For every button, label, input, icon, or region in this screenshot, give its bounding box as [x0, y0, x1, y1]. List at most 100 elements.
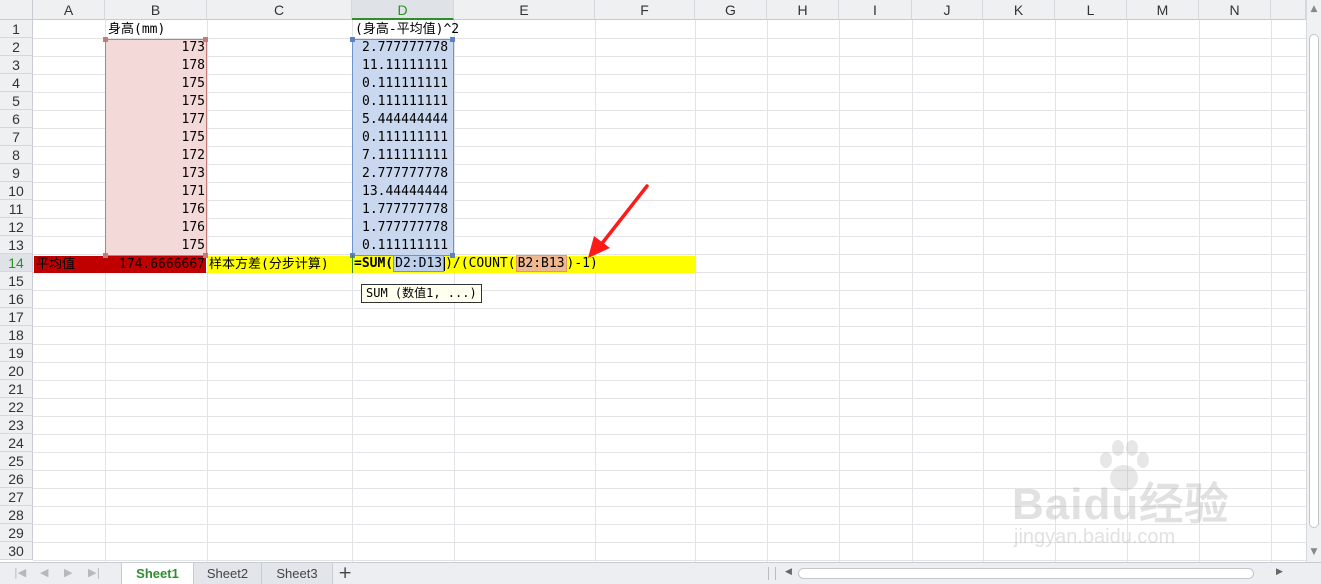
- column-header-d[interactable]: D: [352, 0, 454, 20]
- row-header-8[interactable]: 8: [0, 146, 33, 164]
- divider: [768, 567, 769, 580]
- cell-b6[interactable]: 177: [105, 111, 207, 128]
- scroll-right-icon[interactable]: ▶: [1276, 567, 1283, 577]
- scroll-up-icon[interactable]: ▲: [1307, 2, 1321, 16]
- row-header-27[interactable]: 27: [0, 488, 33, 506]
- row-header-26[interactable]: 26: [0, 470, 33, 488]
- column-header-h[interactable]: H: [767, 0, 839, 20]
- row-header-10[interactable]: 10: [0, 182, 33, 200]
- cell-d8[interactable]: 7.111111111: [362, 147, 452, 164]
- column-header-a[interactable]: A: [33, 0, 105, 20]
- row-header-21[interactable]: 21: [0, 380, 33, 398]
- select-all-corner[interactable]: [0, 0, 33, 20]
- cell-b3[interactable]: 178: [105, 57, 207, 74]
- row-header-17[interactable]: 17: [0, 308, 33, 326]
- cell-d11[interactable]: 1.777777778: [362, 201, 452, 218]
- cell-d12[interactable]: 1.777777778: [362, 219, 452, 236]
- next-sheet-icon[interactable]: ▶: [64, 566, 72, 579]
- cell-b2[interactable]: 173: [105, 39, 207, 56]
- cell-b13[interactable]: 175: [105, 237, 207, 254]
- scroll-left-icon[interactable]: ◀: [785, 567, 792, 577]
- formula-ref-b2-b13[interactable]: B2:B13: [515, 255, 567, 272]
- column-header-g[interactable]: G: [695, 0, 767, 20]
- row-header-16[interactable]: 16: [0, 290, 33, 308]
- gridline: [33, 416, 1306, 417]
- cell-b5[interactable]: 175: [105, 93, 207, 110]
- cell-d3[interactable]: 11.11111111: [362, 57, 452, 74]
- gridline: [33, 74, 1306, 75]
- column-header-c[interactable]: C: [207, 0, 352, 20]
- column-header-j[interactable]: J: [912, 0, 983, 20]
- spreadsheet-grid[interactable]: ABCDEFGHIJKLMN 1 2 3 4 5 6 7 8 9 10 11 12 13 14 15 16 17…: [0, 0, 1306, 562]
- row-header-28[interactable]: 28: [0, 506, 33, 524]
- tab-sheet3[interactable]: Sheet3: [262, 563, 333, 584]
- row-header-14[interactable]: 14: [0, 254, 33, 272]
- column-header-k[interactable]: K: [983, 0, 1055, 20]
- row-header-2[interactable]: 2: [0, 38, 33, 56]
- row-header-13[interactable]: 13: [0, 236, 33, 254]
- add-sheet-icon[interactable]: +: [338, 563, 352, 584]
- row-header-5[interactable]: 5: [0, 92, 33, 110]
- column-header-e[interactable]: E: [454, 0, 595, 20]
- row-header-20[interactable]: 20: [0, 362, 33, 380]
- row-header-24[interactable]: 24: [0, 434, 33, 452]
- cell-d6[interactable]: 5.444444444: [362, 111, 452, 128]
- cell-d10[interactable]: 13.44444444: [362, 183, 452, 200]
- cell-d13[interactable]: 0.111111111: [362, 237, 452, 254]
- row-header-12[interactable]: 12: [0, 218, 33, 236]
- cell-c14[interactable]: 样本方差(分步计算): [209, 256, 351, 273]
- prev-sheet-icon[interactable]: ◀: [40, 566, 48, 579]
- row-header-6[interactable]: 6: [0, 110, 33, 128]
- row-header-9[interactable]: 9: [0, 164, 33, 182]
- cell-b8[interactable]: 172: [105, 147, 207, 164]
- row-header-1[interactable]: 1: [0, 20, 33, 38]
- row-header-7[interactable]: 7: [0, 128, 33, 146]
- row-header-23[interactable]: 23: [0, 416, 33, 434]
- gridline: [33, 146, 1306, 147]
- tab-sheet1[interactable]: Sheet1: [121, 563, 194, 584]
- gridline: [33, 290, 1306, 291]
- cell-b7[interactable]: 175: [105, 129, 207, 146]
- column-header-partial[interactable]: [1271, 0, 1306, 20]
- cell-b9[interactable]: 173: [105, 165, 207, 182]
- column-header-i[interactable]: I: [839, 0, 912, 20]
- row-header-15[interactable]: 15: [0, 272, 33, 290]
- row-header-30[interactable]: 30: [0, 542, 33, 560]
- cell-d7[interactable]: 0.111111111: [362, 129, 452, 146]
- vertical-scroll-thumb[interactable]: [1309, 34, 1319, 528]
- cell-b1[interactable]: 身高(mm): [108, 21, 206, 38]
- row-header-19[interactable]: 19: [0, 344, 33, 362]
- horizontal-scrollbar[interactable]: ◀ ▶: [782, 567, 1292, 580]
- column-header-f[interactable]: F: [595, 0, 695, 20]
- cell-b14[interactable]: 174.6666667: [105, 256, 207, 273]
- column-header-m[interactable]: M: [1127, 0, 1199, 20]
- row-header-25[interactable]: 25: [0, 452, 33, 470]
- row-header-3[interactable]: 3: [0, 56, 33, 74]
- row-header-29[interactable]: 29: [0, 524, 33, 542]
- first-sheet-icon[interactable]: |◀: [14, 566, 26, 579]
- cell-d1[interactable]: (身高-平均值)^2: [355, 21, 505, 38]
- last-sheet-icon[interactable]: ▶|: [88, 566, 100, 579]
- column-header-n[interactable]: N: [1199, 0, 1271, 20]
- row-header-22[interactable]: 22: [0, 398, 33, 416]
- gridline: [595, 20, 596, 562]
- vertical-scrollbar[interactable]: ▲ ▼: [1306, 0, 1321, 562]
- cell-b11[interactable]: 176: [105, 201, 207, 218]
- cell-d9[interactable]: 2.777777778: [362, 165, 452, 182]
- formula-ref-d2-d13[interactable]: D2:D13: [393, 255, 445, 272]
- row-header-4[interactable]: 4: [0, 74, 33, 92]
- cell-b10[interactable]: 171: [105, 183, 207, 200]
- row-header-18[interactable]: 18: [0, 326, 33, 344]
- cell-a14[interactable]: 平均值: [36, 256, 104, 273]
- cell-b4[interactable]: 175: [105, 75, 207, 92]
- cell-b12[interactable]: 176: [105, 219, 207, 236]
- horizontal-scroll-thumb[interactable]: [798, 568, 1254, 579]
- cell-d4[interactable]: 0.111111111: [362, 75, 452, 92]
- tab-sheet2[interactable]: Sheet2: [194, 563, 262, 584]
- row-header-11[interactable]: 11: [0, 200, 33, 218]
- cell-d5[interactable]: 0.111111111: [362, 93, 452, 110]
- column-header-b[interactable]: B: [105, 0, 207, 20]
- scroll-down-icon[interactable]: ▼: [1307, 545, 1321, 559]
- column-header-l[interactable]: L: [1055, 0, 1127, 20]
- cell-d2[interactable]: 2.777777778: [362, 39, 452, 56]
